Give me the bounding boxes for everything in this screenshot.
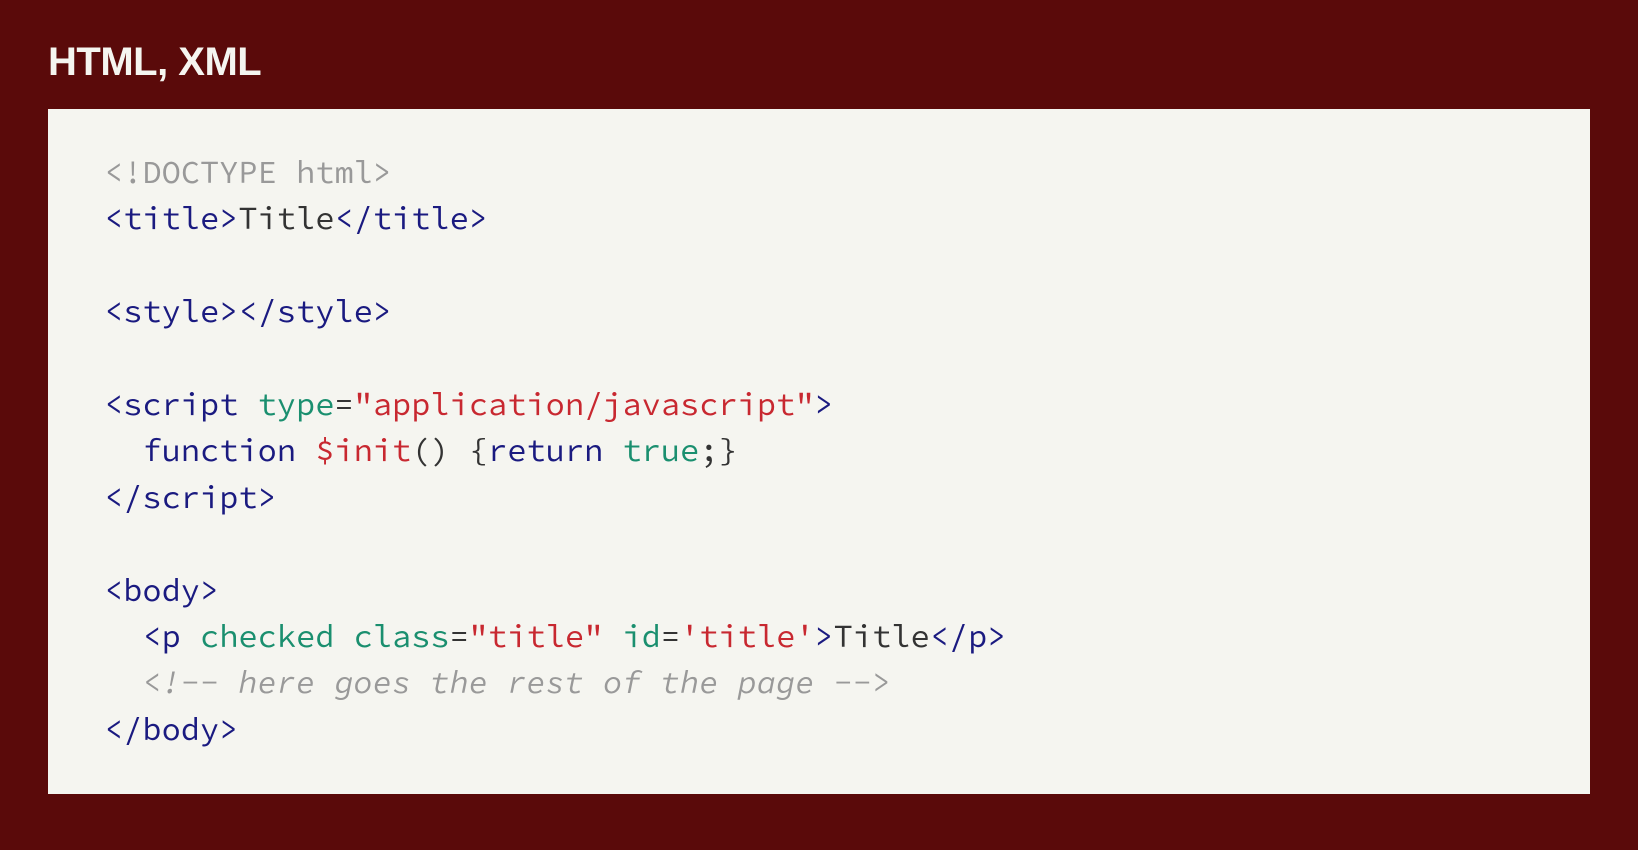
code-token: </title> bbox=[334, 198, 488, 238]
code-token: checked bbox=[200, 616, 334, 656]
code-token: </style> bbox=[238, 291, 392, 331]
code-token: <body> bbox=[104, 570, 219, 610]
code-token: = bbox=[661, 616, 680, 656]
code-token: <style> bbox=[104, 291, 238, 331]
code-token: > bbox=[814, 616, 833, 656]
code-token: () { bbox=[411, 430, 488, 470]
code-token: = bbox=[450, 616, 469, 656]
code-line: <p checked class="title" id='title'>Titl… bbox=[104, 616, 1007, 656]
code-token: = bbox=[334, 384, 353, 424]
code-token: </body> bbox=[104, 709, 238, 749]
code-line: <!DOCTYPE html> bbox=[104, 152, 392, 192]
code-token bbox=[603, 430, 622, 470]
code-token: <!-- here goes the rest of the page --> bbox=[142, 662, 891, 702]
code-token: class bbox=[354, 616, 450, 656]
code-token: ;} bbox=[699, 430, 737, 470]
code-line: </script> bbox=[104, 477, 277, 517]
code-token: return bbox=[488, 430, 603, 470]
code-block: <!DOCTYPE html> <title>Title</title> <st… bbox=[104, 149, 1534, 752]
code-token: <p bbox=[142, 616, 200, 656]
code-token: true bbox=[622, 430, 699, 470]
code-token bbox=[104, 430, 142, 470]
code-token: > bbox=[814, 384, 833, 424]
code-token: function bbox=[142, 430, 296, 470]
code-token: </p> bbox=[930, 616, 1007, 656]
code-token: type bbox=[258, 384, 335, 424]
code-token: </script> bbox=[104, 477, 277, 517]
code-token: <title> bbox=[104, 198, 238, 238]
code-token: id bbox=[622, 616, 660, 656]
code-token: <!DOCTYPE html> bbox=[104, 152, 392, 192]
code-token: Title bbox=[238, 198, 334, 238]
code-token bbox=[603, 616, 622, 656]
code-line: <!-- here goes the rest of the page --> bbox=[104, 662, 891, 702]
code-line: <script type="application/javascript"> bbox=[104, 384, 834, 424]
code-token: "title" bbox=[469, 616, 603, 656]
code-line: </body> bbox=[104, 709, 238, 749]
code-token: Title bbox=[834, 616, 930, 656]
slide-heading: HTML, XML bbox=[48, 40, 1590, 85]
code-token: 'title' bbox=[680, 616, 814, 656]
code-token: "application/javascript" bbox=[354, 384, 815, 424]
code-line: <style></style> bbox=[104, 291, 392, 331]
code-token bbox=[104, 616, 142, 656]
code-token bbox=[104, 662, 142, 702]
code-token bbox=[334, 616, 353, 656]
code-token: <script bbox=[104, 384, 258, 424]
code-token bbox=[296, 430, 315, 470]
code-line: <body> bbox=[104, 570, 219, 610]
code-token: $init bbox=[315, 430, 411, 470]
code-line: function $init() {return true;} bbox=[104, 430, 738, 470]
code-panel: <!DOCTYPE html> <title>Title</title> <st… bbox=[48, 109, 1590, 794]
code-line: <title>Title</title> bbox=[104, 198, 488, 238]
